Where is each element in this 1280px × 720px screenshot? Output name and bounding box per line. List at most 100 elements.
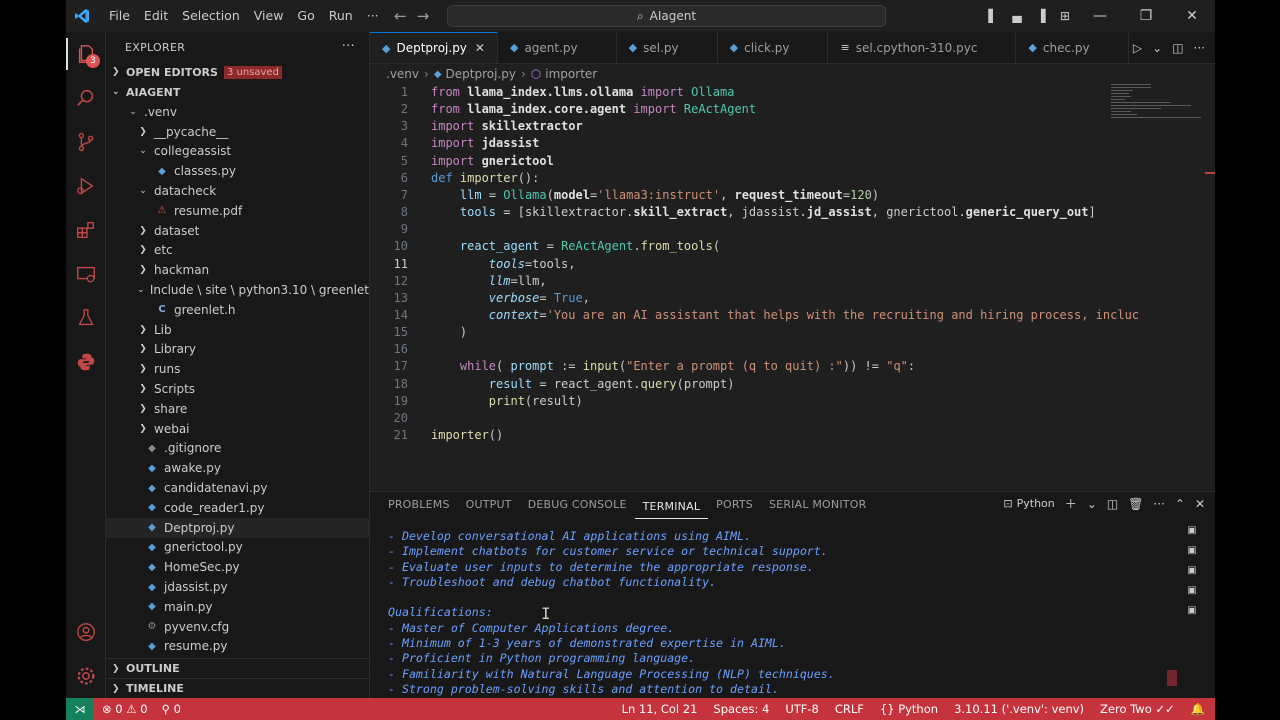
python-icon[interactable] xyxy=(66,340,106,384)
code-line[interactable]: 8 tools = [skillextractor.skill_extract,… xyxy=(370,204,1215,221)
terminal-instance-icon[interactable]: ▣ xyxy=(1183,580,1201,600)
encoding[interactable]: UTF-8 xyxy=(785,702,819,716)
close-tab-icon[interactable]: ✕ xyxy=(475,41,485,55)
toggle-sidebar-icon[interactable]: ▌ xyxy=(981,9,1005,23)
maximize-panel-icon[interactable]: ⌃ xyxy=(1175,497,1185,511)
panel-tab-debug-console[interactable]: DEBUG CONSOLE xyxy=(520,492,635,518)
search-view-icon[interactable] xyxy=(66,76,106,120)
code-line[interactable]: 9 xyxy=(370,221,1215,238)
breadcrumb-item[interactable]: Deptproj.py xyxy=(446,67,516,81)
tree-item[interactable]: ❯ dataset xyxy=(106,221,369,241)
code-line[interactable]: 2 from llama_index.core.agent import ReAc… xyxy=(370,101,1215,118)
command-center-search[interactable]: ⌕ AIagent xyxy=(447,5,886,27)
breadcrumb-item[interactable]: .venv xyxy=(386,67,419,81)
terminal-instance-icon[interactable]: ▣ xyxy=(1183,540,1201,560)
run-dropdown-icon[interactable]: ⌄ xyxy=(1152,41,1162,55)
customize-layout-icon[interactable]: ⊞ xyxy=(1053,9,1077,23)
tree-item[interactable]: ◆ jdassist.py xyxy=(106,577,369,597)
run-debug-icon[interactable] xyxy=(66,164,106,208)
workspace-section[interactable]: ⌄ AIAGENT xyxy=(106,82,369,102)
tree-item[interactable]: ⚠ resume.pdf xyxy=(106,201,369,221)
timeline-section[interactable]: ❯ TIMELINE xyxy=(106,678,369,698)
code-editor[interactable]: 1 from llama_index.llms.ollama import Oll… xyxy=(370,84,1215,491)
tree-item[interactable]: ⌄ .venv xyxy=(106,102,369,122)
terminal-instance-icon[interactable]: ▣ xyxy=(1183,520,1201,540)
tree-item[interactable]: ❯ runs xyxy=(106,359,369,379)
terminal-scrollbar[interactable] xyxy=(1167,670,1177,686)
code-line[interactable]: 1 from llama_index.llms.ollama import Oll… xyxy=(370,84,1215,101)
ports-status[interactable]: ⚲ 0 xyxy=(162,702,181,716)
tree-item[interactable]: ❯ etc xyxy=(106,241,369,261)
manage-gear-icon[interactable] xyxy=(66,654,106,698)
cursor-position[interactable]: Ln 11, Col 21 xyxy=(622,702,698,716)
tree-item[interactable]: ◆ candidatenavi.py xyxy=(106,478,369,498)
menu-edit[interactable]: Edit xyxy=(137,0,175,32)
theme-indicator[interactable]: Zero Two ✓✓ xyxy=(1100,702,1175,716)
menu-more[interactable]: ··· xyxy=(360,0,386,32)
panel-tab-ports[interactable]: PORTS xyxy=(708,492,761,518)
code-line[interactable]: 16 xyxy=(370,341,1215,358)
outline-section[interactable]: ❯ OUTLINE xyxy=(106,658,369,678)
tree-item[interactable]: ⌄ datacheck xyxy=(106,181,369,201)
tree-item[interactable]: ⚙ pyvenv.cfg xyxy=(106,617,369,637)
split-editor-icon[interactable]: ◫ xyxy=(1172,41,1183,55)
tree-item[interactable]: ◆ code_reader1.py xyxy=(106,498,369,518)
restore-icon[interactable]: ❐ xyxy=(1123,8,1169,24)
tree-item[interactable]: ◆ HomeSec.py xyxy=(106,557,369,577)
code-line[interactable]: 7 llm = Ollama(model='llama3:instruct', … xyxy=(370,187,1215,204)
minimize-icon[interactable]: — xyxy=(1077,8,1123,24)
terminal-profile-select[interactable]: ⊡ Python xyxy=(1003,497,1054,510)
breadcrumb-item[interactable]: importer xyxy=(545,67,597,81)
code-line[interactable]: 3 import skillextractor xyxy=(370,118,1215,135)
close-panel-icon[interactable]: ✕ xyxy=(1195,497,1205,511)
tree-item[interactable]: ◆ awake.py xyxy=(106,458,369,478)
tree-item[interactable]: ❯ Library xyxy=(106,340,369,360)
extensions-icon[interactable] xyxy=(66,208,106,252)
tree-item[interactable]: ❯ hackman xyxy=(106,260,369,280)
remote-explorer-icon[interactable] xyxy=(66,252,106,296)
forward-arrow-icon[interactable]: → xyxy=(417,7,430,25)
code-line[interactable]: 14 context='You are an AI assistant that… xyxy=(370,307,1215,324)
tab-sel-py[interactable]: ◆ sel.py xyxy=(617,32,718,63)
split-terminal-icon[interactable]: ◫ xyxy=(1107,497,1118,511)
code-line[interactable]: 15 ) xyxy=(370,324,1215,341)
code-line[interactable]: 5 import gnerictool xyxy=(370,153,1215,170)
code-line[interactable]: 13 verbose= True, xyxy=(370,290,1215,307)
tree-item[interactable]: ◆ main.py xyxy=(106,597,369,617)
code-line[interactable]: 4 import jdassist xyxy=(370,135,1215,152)
tab-sel-cpython-310-pyc[interactable]: ≡ sel.cpython-310.pyc xyxy=(828,32,1017,63)
tree-item[interactable]: ❯ webai xyxy=(106,419,369,439)
panel-tab-serial-monitor[interactable]: SERIAL MONITOR xyxy=(761,492,874,518)
menu-run[interactable]: Run xyxy=(322,0,360,32)
language-mode[interactable]: {} Python xyxy=(880,702,938,716)
explorer-icon[interactable]: 3 xyxy=(66,32,106,76)
panel-tab-problems[interactable]: PROBLEMS xyxy=(380,492,458,518)
tree-item[interactable]: ◆ Deptproj.py xyxy=(106,517,369,538)
code-line[interactable]: 21 importer() xyxy=(370,427,1215,444)
tree-item[interactable]: ❯ __pycache__ xyxy=(106,122,369,142)
accounts-icon[interactable] xyxy=(66,610,106,654)
testing-icon[interactable] xyxy=(66,296,106,340)
tree-item[interactable]: ❯ Scripts xyxy=(106,379,369,399)
code-line[interactable]: 18 result = react_agent.query(prompt) xyxy=(370,376,1215,393)
terminal-instance-icon[interactable]: ▣ xyxy=(1183,560,1201,580)
run-python-icon[interactable]: ▷ xyxy=(1133,41,1142,55)
tree-item[interactable]: ❯ Lib xyxy=(106,320,369,340)
tab-click-py[interactable]: ◆ click.py xyxy=(718,32,829,63)
tree-item[interactable]: ⌄ collegeassist xyxy=(106,142,369,162)
new-terminal-icon[interactable]: ＋ xyxy=(1065,495,1077,512)
tree-item[interactable]: ◆ gnerictool.py xyxy=(106,538,369,558)
close-window-icon[interactable]: ✕ xyxy=(1169,8,1215,24)
tree-item[interactable]: ◆ .gitignore xyxy=(106,439,369,459)
kill-terminal-icon[interactable]: 🗑 xyxy=(1128,497,1143,511)
panel-tab-terminal[interactable]: TERMINAL xyxy=(634,496,709,519)
open-editors-section[interactable]: ❯ OPEN EDITORS 3 unsaved xyxy=(106,62,369,82)
source-control-icon[interactable] xyxy=(66,120,106,164)
terminal-dropdown-icon[interactable]: ⌄ xyxy=(1087,497,1097,511)
tree-item[interactable]: ◆ classes.py xyxy=(106,161,369,181)
terminal-instance-icon[interactable]: ▣ xyxy=(1183,600,1201,620)
tree-item[interactable]: Cgreenlet.h xyxy=(106,300,369,320)
menu-file[interactable]: File xyxy=(102,0,137,32)
menu-view[interactable]: View xyxy=(247,0,291,32)
tab-agent-py[interactable]: ◆ agent.py xyxy=(498,32,617,63)
